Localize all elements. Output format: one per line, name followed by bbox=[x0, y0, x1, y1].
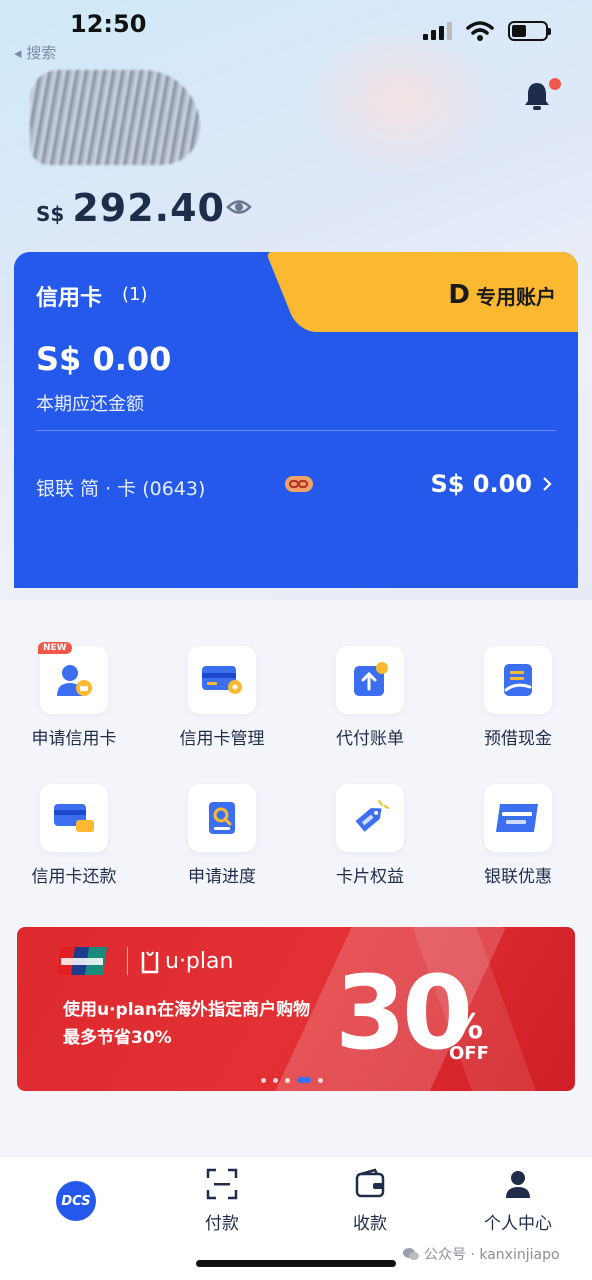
carousel-dots[interactable] bbox=[261, 1077, 323, 1083]
wallet-icon bbox=[355, 1168, 385, 1198]
card-divider bbox=[36, 430, 556, 431]
scan-icon bbox=[206, 1168, 238, 1200]
status-time: 12:50 bbox=[70, 10, 147, 38]
signal-icon bbox=[423, 22, 452, 40]
card-settings-icon bbox=[188, 646, 256, 714]
cash-advance-icon bbox=[484, 646, 552, 714]
account-balance: S$ 292.40 bbox=[36, 186, 225, 230]
new-badge: NEW bbox=[38, 642, 72, 654]
menu-label: 银联优惠 bbox=[484, 867, 552, 887]
back-to-search-link[interactable]: ◂ 搜索 bbox=[14, 42, 56, 63]
linked-card-name: 银联 简 · 卡 (0643) bbox=[36, 478, 206, 500]
bill-upload-icon bbox=[336, 646, 404, 714]
apply-card-icon: NEW bbox=[38, 642, 108, 714]
menu-label: 卡片权益 bbox=[336, 867, 404, 887]
uplan-logo: u·plan bbox=[141, 949, 233, 974]
linked-card-balance-link[interactable]: S$ 0.00 bbox=[430, 470, 552, 498]
menu-card-benefits[interactable]: 卡片权益 bbox=[300, 784, 440, 887]
banner-percent: % bbox=[449, 1007, 484, 1047]
statement-amount-label: 本期应还金额 bbox=[36, 394, 144, 415]
banner-headline: 使用u·plan在海外指定商户购物 bbox=[63, 1000, 311, 1020]
progress-doc-icon bbox=[188, 784, 256, 852]
menu-label: 代付账单 bbox=[336, 729, 404, 749]
credit-card-panel[interactable]: D 专用账户 信用卡 (1) S$ 0.00 本期应还金额 银联 简 · 卡 (… bbox=[14, 252, 578, 588]
dcs-home-icon: DCS bbox=[56, 1181, 96, 1221]
linked-card-balance: S$ 0.00 bbox=[430, 470, 532, 498]
tab-label: 付款 bbox=[205, 1214, 239, 1234]
wifi-icon bbox=[466, 21, 494, 41]
menu-card-repay[interactable]: 信用卡还款 bbox=[4, 784, 144, 887]
menu-cash-advance[interactable]: 预借现金 bbox=[448, 646, 588, 749]
deal-tag-icon bbox=[336, 784, 404, 852]
balance-amount: 292.40 bbox=[72, 186, 225, 230]
tab-profile[interactable]: 个人中心 bbox=[468, 1167, 568, 1234]
menu-application-progress[interactable]: 申请进度 bbox=[152, 784, 292, 887]
notification-dot bbox=[549, 78, 561, 90]
carousel-dot[interactable] bbox=[261, 1077, 266, 1083]
carousel-dot-active[interactable] bbox=[297, 1077, 311, 1083]
card-count: (1) bbox=[122, 284, 148, 305]
tab-pay[interactable]: 付款 bbox=[172, 1167, 272, 1234]
carousel-dot[interactable] bbox=[273, 1077, 278, 1083]
wechat-icon bbox=[403, 1248, 419, 1260]
tab-label: 个人中心 bbox=[484, 1214, 552, 1234]
card-wave-edge bbox=[14, 566, 578, 585]
menu-label: 预借现金 bbox=[484, 729, 552, 749]
menu-label: 信用卡还款 bbox=[31, 867, 117, 887]
watermark-text: 公众号 · kanxinjiapo bbox=[424, 1247, 560, 1263]
battery-icon bbox=[508, 21, 551, 41]
carousel-dot[interactable] bbox=[285, 1077, 290, 1083]
banner-off: OFF bbox=[449, 1043, 489, 1064]
unionpay-logo-icon bbox=[57, 947, 107, 975]
menu-label: 信用卡管理 bbox=[179, 729, 265, 749]
status-icons bbox=[423, 20, 551, 42]
banner-separator bbox=[127, 947, 128, 975]
eye-icon[interactable] bbox=[226, 196, 252, 218]
d-logo-icon: D bbox=[448, 280, 470, 310]
tab-label: 收款 bbox=[353, 1214, 387, 1234]
carousel-dot[interactable] bbox=[318, 1077, 323, 1083]
banner-subline: 最多节省30% bbox=[63, 1028, 172, 1048]
gift-icon bbox=[141, 951, 159, 973]
menu-label: 申请进度 bbox=[188, 867, 256, 887]
menu-pay-bill[interactable]: 代付账单 bbox=[300, 646, 440, 749]
watermark: 公众号 · kanxinjiapo bbox=[402, 1244, 560, 1264]
tab-home[interactable]: DCS bbox=[26, 1167, 126, 1221]
dedicated-account-tab[interactable]: D 专用账户 bbox=[296, 252, 578, 332]
menu-label: 申请信用卡 bbox=[31, 729, 117, 749]
person-icon bbox=[506, 1171, 530, 1198]
card-repay-icon bbox=[40, 784, 108, 852]
unionpay-icon bbox=[484, 784, 552, 852]
chevron-right-icon bbox=[543, 477, 552, 491]
balance-currency: S$ bbox=[36, 202, 65, 226]
home-indicator bbox=[196, 1260, 396, 1267]
link-icon bbox=[285, 476, 313, 492]
menu-apply-card[interactable]: NEW 申请信用卡 bbox=[4, 642, 144, 749]
menu-card-management[interactable]: 信用卡管理 bbox=[152, 646, 292, 749]
tab-receive[interactable]: 收款 bbox=[320, 1167, 420, 1234]
redacted-account-name bbox=[30, 70, 200, 165]
statement-amount: S$ 0.00 bbox=[36, 340, 172, 378]
bell-icon[interactable] bbox=[522, 80, 552, 112]
uplan-text: u·plan bbox=[165, 949, 234, 974]
dedicated-account-label: 专用账户 bbox=[476, 284, 556, 309]
card-title: 信用卡 bbox=[36, 286, 103, 311]
promo-banner[interactable]: u·plan 使用u·plan在海外指定商户购物 最多节省30% 30 % OF… bbox=[17, 927, 575, 1091]
menu-unionpay-offers[interactable]: 银联优惠 bbox=[448, 784, 588, 887]
